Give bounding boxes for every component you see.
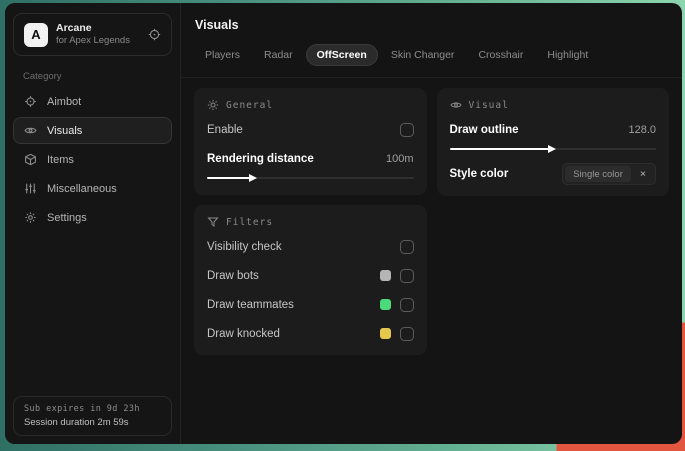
- visibility-check-row: Visibility check: [207, 236, 414, 257]
- tab-highlight[interactable]: Highlight: [537, 45, 598, 65]
- style-color-select[interactable]: Single color ×: [562, 163, 656, 185]
- draw-outline-slider[interactable]: [449, 144, 656, 153]
- tab-skin-changer[interactable]: Skin Changer: [381, 45, 465, 65]
- page-title: Visuals: [195, 18, 239, 32]
- content-area: General Enable Rendering distance 100m F…: [181, 78, 682, 365]
- session-duration-text: Session duration 2m 59s: [24, 417, 129, 428]
- draw-outline-value: 128.0: [628, 123, 656, 136]
- draw-bots-label: Draw bots: [207, 269, 259, 282]
- draw-teammates-checkbox[interactable]: [399, 297, 414, 312]
- style-color-row: Style color Single color ×: [449, 163, 656, 185]
- style-color-label: Style color: [449, 168, 509, 180]
- rendering-distance-label: Rendering distance: [207, 152, 314, 165]
- sidebar-item-label: Miscellaneous: [47, 182, 117, 195]
- left-column: General Enable Rendering distance 100m F…: [194, 88, 427, 355]
- general-card-title: General: [226, 99, 274, 111]
- draw-bots-checkbox[interactable]: [399, 268, 414, 283]
- draw-teammates-label: Draw teammates: [207, 298, 294, 311]
- enable-label: Enable: [207, 123, 243, 136]
- sidebar-item-label: Aimbot: [47, 95, 82, 108]
- enable-row: Enable: [207, 119, 414, 140]
- sidebar-item-label: Items: [47, 153, 74, 166]
- visibility-check-checkbox[interactable]: [399, 239, 414, 254]
- app-logo: A: [24, 22, 48, 47]
- slider-thumb[interactable]: [547, 145, 556, 153]
- tab-radar[interactable]: Radar: [254, 45, 303, 65]
- draw-knocked-color-swatch[interactable]: [379, 328, 391, 339]
- sidebar-item-label: Settings: [47, 211, 87, 224]
- sidebar-item-aimbot[interactable]: Aimbot: [13, 88, 172, 115]
- slider-thumb[interactable]: [249, 174, 258, 182]
- enable-checkbox[interactable]: [399, 122, 414, 137]
- sub-expires-text: Sub expires in 9d 23h: [24, 404, 140, 414]
- sidebar-item-items[interactable]: Items: [13, 146, 172, 173]
- main-panel: Visuals Players Radar OffScreen Skin Cha…: [181, 3, 682, 444]
- sidebar: A Arcane for Apex Legends Category Aimbo…: [5, 3, 181, 444]
- draw-bots-color-swatch[interactable]: [379, 270, 391, 281]
- draw-teammates-color-swatch[interactable]: [379, 299, 391, 310]
- draw-outline-label: Draw outline: [449, 123, 519, 136]
- sun-icon: [207, 99, 219, 111]
- sidebar-nav: Aimbot Visuals Items Miscellaneous Setti…: [5, 88, 180, 231]
- app-subtitle: for Apex Legends: [56, 35, 130, 47]
- category-label: Category: [23, 71, 62, 82]
- main-header: Visuals Players Radar OffScreen Skin Cha…: [181, 3, 682, 78]
- rendering-distance-row: Rendering distance 100m: [207, 148, 414, 169]
- draw-teammates-row: Draw teammates: [207, 294, 414, 315]
- eye-icon: [24, 124, 37, 137]
- brand-card: A Arcane for Apex Legends: [13, 13, 172, 56]
- filters-card-title: Filters: [226, 216, 274, 228]
- tab-bar: Players Radar OffScreen Skin Changer Cro…: [195, 45, 668, 65]
- sidebar-item-settings[interactable]: Settings: [13, 204, 172, 231]
- style-color-chip[interactable]: Single color: [565, 166, 631, 182]
- gear-icon: [24, 211, 37, 224]
- app-window: A Arcane for Apex Legends Category Aimbo…: [5, 3, 682, 444]
- visual-card: Visual Draw outline 128.0 Style color Si…: [436, 88, 669, 196]
- rendering-distance-slider[interactable]: [207, 173, 414, 182]
- filters-card: Filters Visibility check Draw bots Draw …: [194, 205, 427, 355]
- sidebar-item-miscellaneous[interactable]: Miscellaneous: [13, 175, 172, 202]
- sidebar-item-visuals[interactable]: Visuals: [13, 117, 172, 144]
- eye-icon: [449, 99, 462, 111]
- app-name: Arcane: [56, 22, 92, 34]
- sidebar-item-label: Visuals: [47, 124, 83, 137]
- draw-knocked-label: Draw knocked: [207, 327, 280, 340]
- tab-crosshair[interactable]: Crosshair: [468, 45, 533, 65]
- tab-players[interactable]: Players: [195, 45, 250, 65]
- target-icon[interactable]: [148, 28, 161, 41]
- draw-outline-row: Draw outline 128.0: [450, 119, 657, 140]
- clear-icon[interactable]: ×: [640, 169, 646, 180]
- rendering-distance-value: 100m: [385, 152, 414, 165]
- crosshair-icon: [24, 95, 37, 108]
- draw-bots-row: Draw bots: [207, 265, 414, 286]
- package-icon: [24, 153, 37, 166]
- general-card: General Enable Rendering distance 100m: [194, 88, 427, 195]
- sliders-icon: [24, 182, 37, 195]
- subscription-info: Sub expires in 9d 23h Session duration 2…: [13, 396, 172, 436]
- visual-card-title: Visual: [468, 99, 509, 111]
- funnel-icon: [207, 216, 219, 228]
- right-column: Visual Draw outline 128.0 Style color Si…: [436, 88, 669, 196]
- tab-offscreen[interactable]: OffScreen: [306, 45, 377, 65]
- draw-knocked-row: Draw knocked: [207, 323, 414, 344]
- visibility-check-label: Visibility check: [207, 240, 282, 253]
- draw-knocked-checkbox[interactable]: [399, 326, 414, 341]
